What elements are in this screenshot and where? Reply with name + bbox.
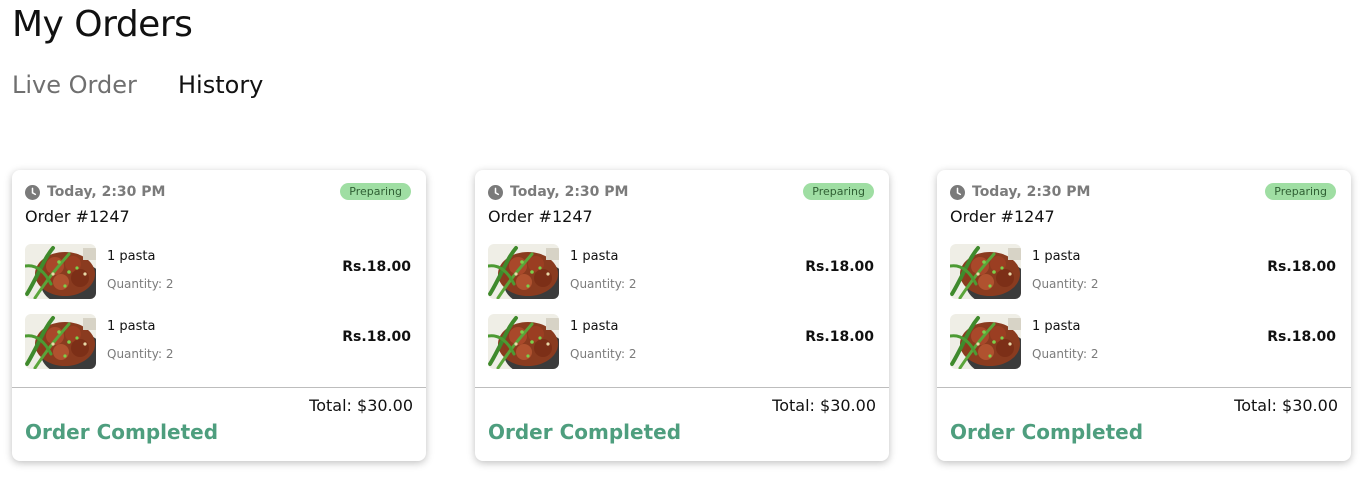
status-badge: Preparing: [1265, 183, 1336, 200]
order-time-row: Today, 2:30 PM: [488, 183, 628, 201]
item-price: Rs.18.00: [805, 329, 874, 345]
item-price: Rs.18.00: [342, 259, 411, 275]
item-quantity: Quantity: 2: [107, 347, 174, 361]
card-divider: [12, 387, 426, 388]
item-price: Rs.18.00: [1267, 259, 1336, 275]
order-item: 1 pasta Quantity: 2 Rs.18.00: [488, 244, 874, 300]
order-card[interactable]: Today, 2:30 PM Preparing Order #1247 1 p…: [475, 170, 889, 461]
card-divider: [937, 387, 1351, 388]
order-time-row: Today, 2:30 PM: [950, 183, 1090, 201]
order-item: 1 pasta Quantity: 2 Rs.18.00: [488, 314, 874, 370]
order-time: Today, 2:30 PM: [972, 184, 1091, 200]
item-quantity: Quantity: 2: [1032, 277, 1099, 291]
item-name: 1 pasta: [107, 319, 156, 334]
item-name: 1 pasta: [1032, 249, 1081, 264]
card-divider: [475, 387, 889, 388]
order-total: Total: $30.00: [1234, 396, 1338, 415]
clock-icon: [950, 185, 965, 200]
order-item: 1 pasta Quantity: 2 Rs.18.00: [950, 244, 1336, 300]
order-completed-label: Order Completed: [25, 420, 219, 444]
item-quantity: Quantity: 2: [107, 277, 174, 291]
order-number: Order #1247: [25, 207, 130, 226]
item-quantity: Quantity: 2: [570, 277, 637, 291]
item-quantity: Quantity: 2: [1032, 347, 1099, 361]
order-time: Today, 2:30 PM: [510, 184, 629, 200]
item-name: 1 pasta: [1032, 319, 1081, 334]
page-title: My Orders: [12, 4, 193, 45]
order-item: 1 pasta Quantity: 2 Rs.18.00: [950, 314, 1336, 370]
tab-live-order[interactable]: Live Order: [12, 68, 137, 102]
status-badge: Preparing: [340, 183, 411, 200]
order-number: Order #1247: [950, 207, 1055, 226]
food-image: [488, 314, 559, 369]
item-quantity: Quantity: 2: [570, 347, 637, 361]
item-price: Rs.18.00: [805, 259, 874, 275]
order-card[interactable]: Today, 2:30 PM Preparing Order #1247 1 p…: [12, 170, 426, 461]
clock-icon: [488, 185, 503, 200]
clock-icon: [25, 185, 40, 200]
item-name: 1 pasta: [570, 249, 619, 264]
tab-history[interactable]: History: [178, 68, 263, 102]
item-name: 1 pasta: [570, 319, 619, 334]
food-image: [950, 314, 1021, 369]
order-total: Total: $30.00: [772, 396, 876, 415]
order-item: 1 pasta Quantity: 2 Rs.18.00: [25, 314, 411, 370]
food-image: [25, 314, 96, 369]
item-price: Rs.18.00: [1267, 329, 1336, 345]
food-image: [950, 244, 1021, 299]
order-total: Total: $30.00: [309, 396, 413, 415]
status-badge: Preparing: [803, 183, 874, 200]
item-name: 1 pasta: [107, 249, 156, 264]
order-card[interactable]: Today, 2:30 PM Preparing Order #1247 1 p…: [937, 170, 1351, 461]
order-completed-label: Order Completed: [488, 420, 682, 444]
item-price: Rs.18.00: [342, 329, 411, 345]
order-number: Order #1247: [488, 207, 593, 226]
order-completed-label: Order Completed: [950, 420, 1144, 444]
food-image: [25, 244, 96, 299]
order-item: 1 pasta Quantity: 2 Rs.18.00: [25, 244, 411, 300]
food-image: [488, 244, 559, 299]
order-time: Today, 2:30 PM: [47, 184, 166, 200]
order-time-row: Today, 2:30 PM: [25, 183, 165, 201]
